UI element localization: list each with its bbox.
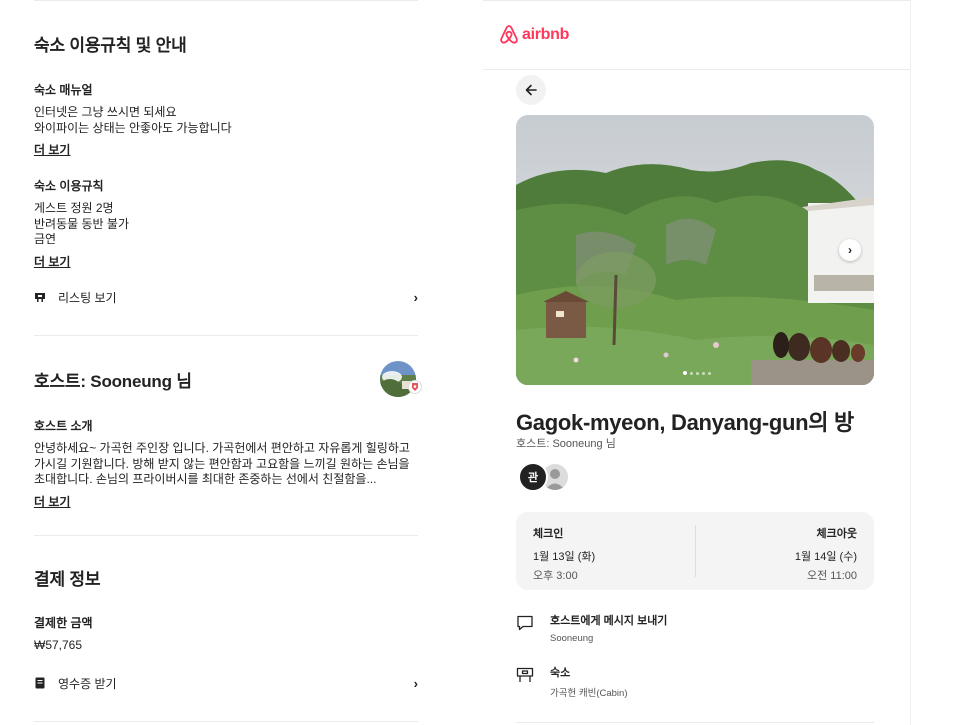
section-divider — [34, 335, 418, 336]
pagination-dot — [683, 371, 687, 375]
host-title: 호스트: Sooneung 님 — [34, 372, 192, 391]
next-photo-button[interactable]: › — [839, 239, 861, 261]
get-receipt-row[interactable]: 영수증 받기 › — [34, 673, 418, 693]
view-listing-row[interactable]: 리스팅 보기 › — [34, 287, 418, 307]
paid-amount-heading: 결제한 금액 — [34, 616, 93, 630]
house-rules-heading: 숙소 이용규칙 — [34, 179, 104, 193]
host-intro-heading: 호스트 소개 — [34, 419, 93, 433]
panel-bottom-divider — [516, 722, 874, 723]
house-rule-item: 반려동물 동반 불가 — [34, 216, 129, 231]
panel-top-divider — [483, 0, 911, 1]
house-rules-section: 숙소 이용규칙 게스트 정원 2명 반려동물 동반 불가 금연 더 보기 — [34, 177, 129, 271]
house-manual-heading: 숙소 매뉴얼 — [34, 83, 93, 97]
section-divider — [34, 721, 418, 722]
card-divider — [695, 525, 696, 577]
airbnb-logo[interactable]: airbnb — [499, 24, 569, 45]
checkout-block: 체크아웃 1월 14일 (수) 오전 11:00 — [795, 525, 857, 583]
checkout-time: 오전 11:00 — [806, 570, 857, 582]
house-manual-section: 숙소 매뉴얼 인터넷은 그냥 쓰시면 되세요 와이파이는 상태는 안좋아도 가능… — [34, 81, 232, 159]
stay-title: 숙소 — [550, 667, 571, 679]
paid-amount-section: 결제한 금액 ₩57,765 — [34, 614, 93, 654]
view-listing-label: 리스팅 보기 — [58, 290, 117, 305]
host-intro-more-link[interactable]: 더 보기 — [34, 493, 70, 510]
house-rules-title: 숙소 이용규칙 및 안내 — [34, 36, 187, 55]
listing-icon — [34, 291, 46, 303]
host-initial-avatar[interactable]: 관 — [518, 462, 548, 492]
house-rules-more-link[interactable]: 더 보기 — [34, 253, 70, 270]
message-host-row[interactable]: 호스트에게 메시지 보내기 Sooneung — [516, 612, 874, 644]
host-intro-line: 가시길 기원합니다. 방해 받지 않는 편안함과 고요함을 느끼길 원하는 손님… — [34, 456, 410, 471]
panel-edge — [910, 0, 911, 725]
chevron-right-icon: › — [848, 243, 852, 257]
back-button[interactable] — [516, 75, 546, 105]
house-manual-more-link[interactable]: 더 보기 — [34, 141, 70, 158]
header-divider — [483, 69, 911, 70]
message-host-title: 호스트에게 메시지 보내기 — [550, 615, 668, 627]
checkin-date: 1월 13일 (화) — [533, 551, 596, 563]
listing-photo-carousel[interactable]: › — [516, 115, 874, 385]
house-rule-item: 금연 — [34, 232, 57, 246]
pagination-dot — [690, 371, 693, 375]
pagination-dot — [702, 371, 705, 375]
host-intro-line: 초대합니다. 손님의 프라이버시를 최대한 존중하는 선에서 친절함을... — [34, 472, 377, 486]
chat-bubble-icon — [517, 615, 533, 631]
pagination-dot — [708, 371, 711, 375]
house-rule-item: 게스트 정원 2명 — [34, 201, 114, 215]
host-intro-line: 안녕하세요~ 가곡헌 주인장 입니다. 가곡헌에서 편안하고 자유롭게 힐링하고 — [34, 441, 410, 455]
listing-title: Gagok-myeon, Danyang-gun의 방 — [516, 410, 854, 435]
top-divider — [34, 0, 418, 1]
superhost-badge-icon — [408, 380, 422, 394]
airbnb-logo-icon — [500, 25, 518, 44]
brand-name: airbnb — [522, 25, 570, 43]
listing-host: 호스트: Sooneung 님 — [516, 438, 616, 450]
checkout-date: 1월 14일 (수) — [794, 551, 857, 563]
house-manual-line: 와이파이는 상태는 안좋아도 가능합니다 — [34, 120, 232, 135]
checkin-block: 체크인 1월 13일 (화) 오후 3:00 — [533, 525, 595, 583]
checkout-label: 체크아웃 — [816, 528, 857, 540]
house-manual-line: 인터넷은 그냥 쓰시면 되세요 — [34, 105, 177, 119]
reservation-panel: airbnb › Gagok-myeon, Danyang-gun의 방 호스트… — [483, 0, 911, 725]
guest-avatars: 관 — [518, 462, 574, 492]
listing-photo — [516, 115, 874, 385]
get-receipt-label: 영수증 받기 — [58, 676, 117, 691]
host-intro-section: 호스트 소개 안녕하세요~ 가곡헌 주인장 입니다. 가곡헌에서 편안하고 자유… — [34, 417, 410, 511]
photo-pagination — [683, 371, 711, 375]
checkin-time: 오후 3:00 — [533, 570, 578, 582]
receipt-icon — [34, 677, 46, 689]
payment-title: 결제 정보 — [34, 570, 101, 589]
checkin-label: 체크인 — [533, 528, 564, 540]
home-icon — [516, 667, 534, 682]
chevron-right-icon: › — [413, 289, 418, 305]
stay-sub: 가곡헌 캐빈(Cabin) — [550, 688, 628, 699]
pagination-dot — [696, 371, 699, 375]
paid-amount-value: ₩57,765 — [34, 638, 83, 652]
chevron-right-icon: › — [413, 675, 418, 691]
section-divider — [34, 535, 418, 536]
checkin-checkout-card: 체크인 1월 13일 (화) 오후 3:00 체크아웃 1월 14일 (수) 오… — [516, 512, 874, 590]
arrow-left-icon — [525, 84, 537, 96]
stay-row[interactable]: 숙소 가곡헌 캐빈(Cabin) — [516, 664, 874, 699]
message-host-sub: Sooneung — [550, 633, 594, 644]
